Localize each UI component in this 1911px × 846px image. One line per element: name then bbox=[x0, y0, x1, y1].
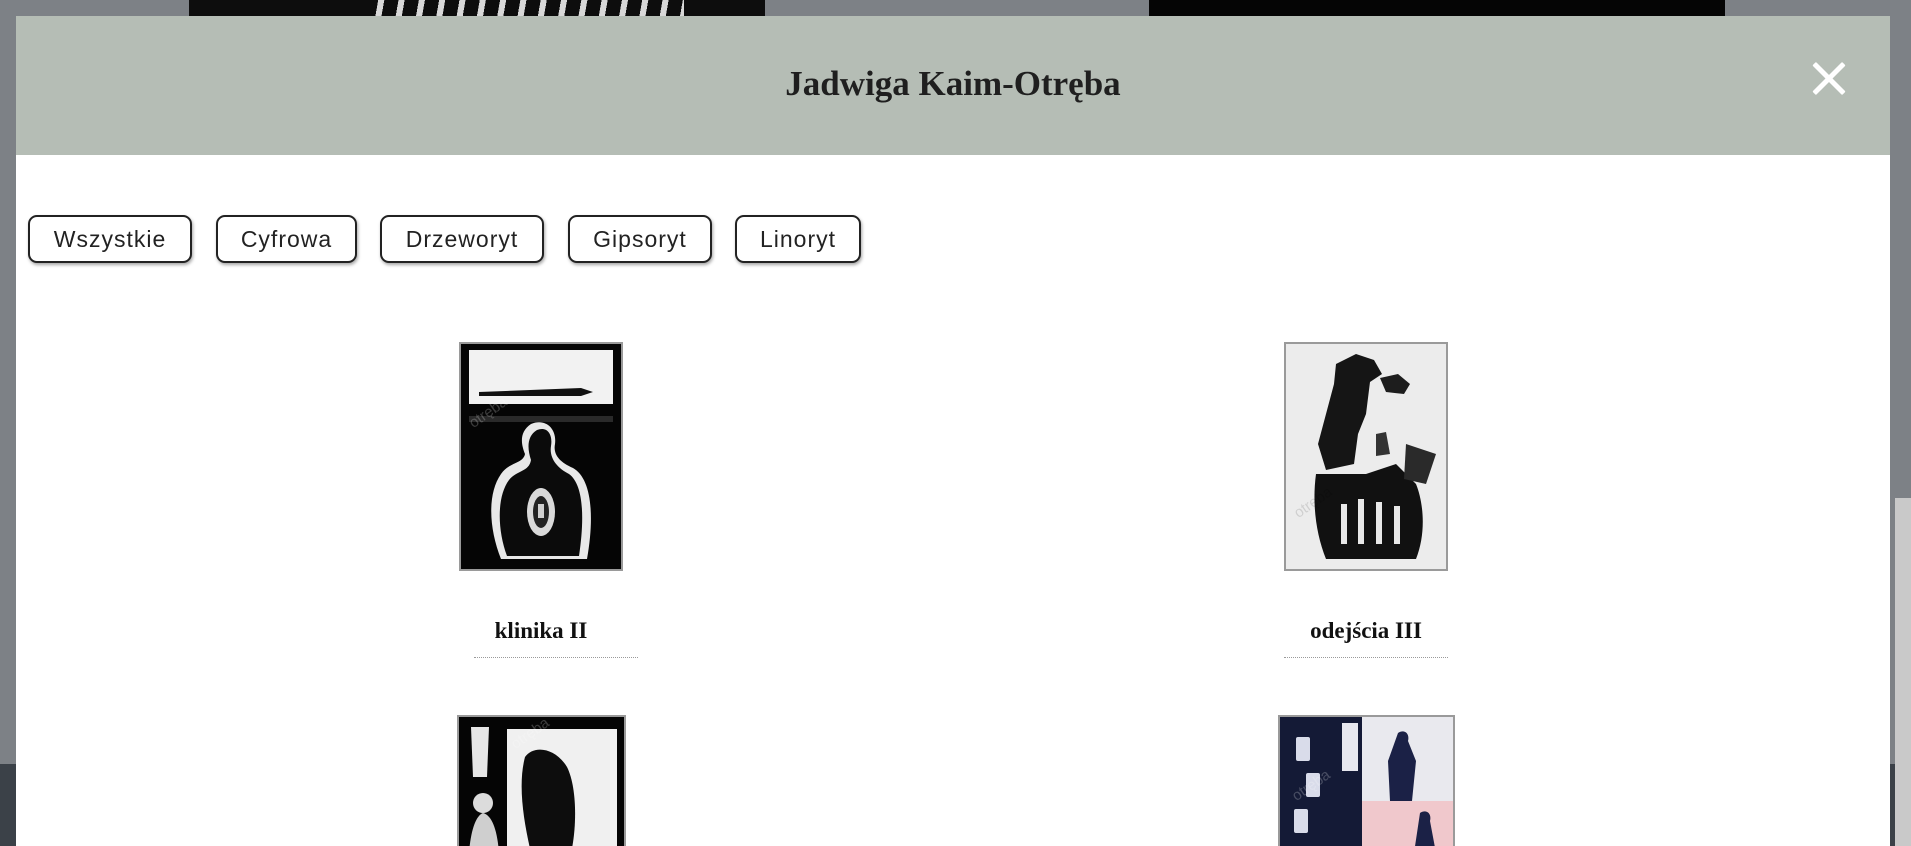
close-icon[interactable] bbox=[1806, 56, 1852, 102]
filter-button-woodcut[interactable]: Drzeworyt bbox=[380, 215, 544, 263]
artwork-thumbnail[interactable]: otręba bbox=[457, 715, 626, 846]
artwork-thumbnail[interactable]: otręba bbox=[1278, 715, 1455, 846]
artwork-title[interactable]: klinika II bbox=[459, 618, 623, 644]
background-artwork-left bbox=[189, 0, 765, 16]
filter-button-all[interactable]: Wszystkie bbox=[28, 215, 192, 263]
modal-title: Jadwiga Kaim-Otręba bbox=[785, 64, 1121, 103]
filter-button-linocut[interactable]: Linoryt bbox=[735, 215, 861, 263]
artwork-image bbox=[459, 717, 624, 846]
artist-modal: Jadwiga Kaim-Otręba Wszystkie Cyfrowa Dr… bbox=[16, 16, 1890, 846]
filter-button-plaster[interactable]: Gipsoryt bbox=[568, 215, 712, 263]
page-scrollbar[interactable] bbox=[1895, 498, 1911, 846]
background-artwork-right bbox=[1149, 0, 1725, 16]
artwork-image bbox=[461, 344, 621, 569]
artwork-thumbnail[interactable]: otręba bbox=[459, 342, 623, 571]
caption-divider bbox=[474, 657, 638, 658]
filter-button-digital[interactable]: Cyfrowa bbox=[216, 215, 357, 263]
artwork-image bbox=[1286, 344, 1446, 569]
modal-header: Jadwiga Kaim-Otręba bbox=[16, 16, 1890, 155]
artwork-thumbnail[interactable]: otręba bbox=[1284, 342, 1448, 571]
artwork-title[interactable]: odejścia III bbox=[1269, 618, 1463, 644]
caption-divider bbox=[1284, 657, 1448, 658]
